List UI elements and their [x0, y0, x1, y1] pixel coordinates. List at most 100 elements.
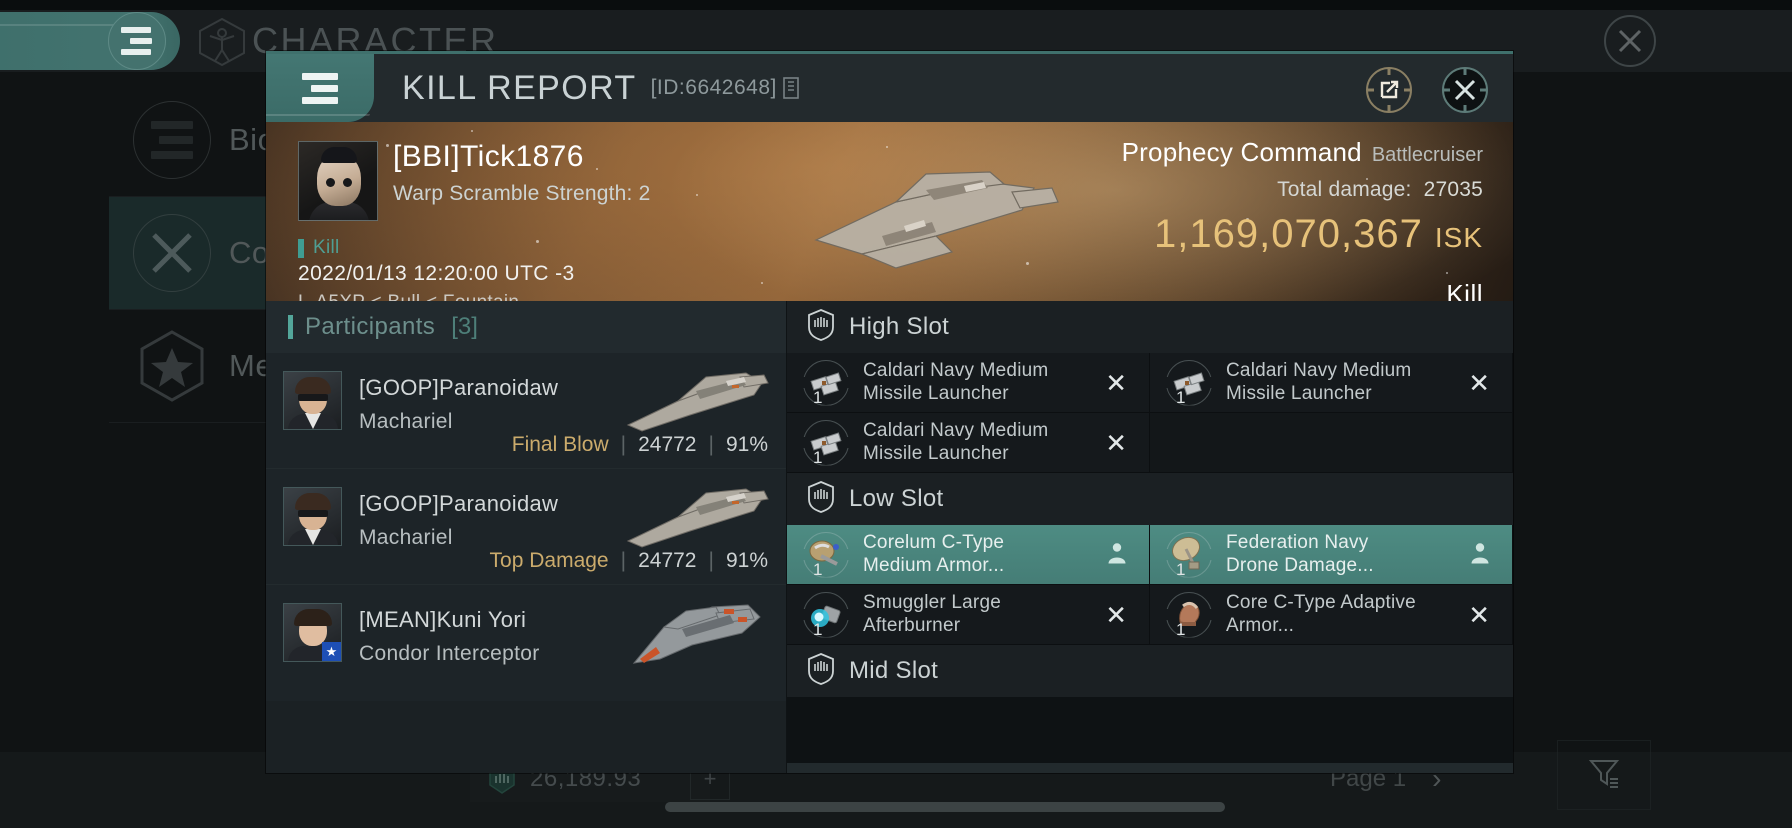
isk-unit: ISK	[1434, 222, 1483, 253]
section-header-high-slot: High Slot	[787, 301, 1513, 353]
item-name: Caldari Navy Medium Missile Launcher	[863, 360, 1049, 404]
missile-launcher-icon: 1	[803, 419, 849, 467]
kill-report-id: [ID:6642648]	[650, 76, 777, 99]
victim-ship-info: Prophecy Command Battlecruiser Total dama…	[1122, 137, 1483, 301]
crossed-swords-icon	[133, 214, 211, 292]
participant-tag: Final Blow	[511, 433, 609, 456]
section-header-low-slot: Low Slot	[787, 473, 1513, 525]
item-name: Core C-Type Adaptive Armor...	[1226, 592, 1416, 636]
participant-row[interactable]: ★ [MEAN]Kuni Yori Condor Interceptor	[266, 585, 786, 701]
star-hexagon-icon	[133, 327, 211, 405]
item-name: Corelum C-Type Medium Armor...	[863, 532, 1005, 576]
machariel-ship-icon	[620, 477, 770, 552]
fitting-slot-item[interactable]: 1 Smuggler Large Afterburner ✕	[787, 585, 1150, 645]
close-icon[interactable]: ✕	[1105, 370, 1127, 396]
close-icon[interactable]: ✕	[1105, 430, 1127, 456]
avatar	[283, 487, 342, 546]
kill-report-header-actions	[1363, 64, 1491, 116]
afterburner-icon: 1	[803, 591, 849, 639]
participants-list[interactable]: [GOOP]Paranoidaw Machariel Final Blow | …	[266, 353, 786, 773]
kill-report-header: KILL REPORT [ID:6642648]	[266, 54, 1513, 122]
machariel-ship-icon	[620, 361, 770, 436]
fitting-slot-item[interactable]: 1 Caldari Navy Medium Missile Launcher ✕	[1150, 353, 1513, 413]
slot-section-title: High Slot	[849, 313, 950, 340]
kill-report-title: KILL REPORT	[402, 68, 637, 107]
hamburger-icon	[133, 101, 211, 179]
slot-shield-icon	[807, 308, 835, 346]
fitting-slot-item[interactable]: 1 Caldari Navy Medium Missile Launcher ✕	[787, 413, 1150, 473]
victim-name: [BBI]Tick1876	[393, 140, 584, 173]
kill-report-menu-button[interactable]	[266, 54, 374, 122]
condor-ship-icon	[620, 593, 770, 668]
close-icon[interactable]: ✕	[1468, 370, 1490, 396]
filter-button[interactable]	[1557, 740, 1651, 810]
fitting-panel[interactable]: High Slot 1 Caldari Navy Medium Missile …	[787, 301, 1513, 773]
external-link-icon	[1366, 67, 1412, 113]
fitting-slot-item[interactable]: 1 Corelum C-Type Medium Armor...	[787, 525, 1150, 585]
fitting-slot-item[interactable]: 1 Core C-Type Adaptive Armor... ✕	[1150, 585, 1513, 645]
participant-row[interactable]: [GOOP]Paranoidaw Machariel	[266, 469, 786, 585]
participant-ship: Condor Interceptor	[359, 642, 540, 665]
missile-launcher-icon: 1	[803, 359, 849, 407]
item-name: Caldari Navy Medium Missile Launcher	[1226, 360, 1412, 404]
kill-verdict: Kill	[1446, 279, 1483, 301]
filter-icon	[1584, 753, 1624, 798]
isk-value: 1,169,070,367	[1154, 212, 1423, 256]
close-icon[interactable]: ✕	[1105, 602, 1127, 628]
hamburger-icon	[302, 72, 338, 104]
item-quantity: 1	[1176, 619, 1186, 639]
vitruvian-man-icon	[196, 16, 248, 68]
avatar	[283, 371, 342, 430]
drone-damage-amplifier-icon: 1	[1166, 531, 1212, 579]
fitting-panel-scrollbar[interactable]	[787, 763, 1513, 773]
participant-row[interactable]: [GOOP]Paranoidaw Machariel	[266, 353, 786, 469]
participant-damage: 24772	[638, 549, 697, 572]
avatar: ★	[283, 603, 342, 662]
separator: |	[620, 549, 627, 572]
participants-title: Participants	[305, 313, 436, 340]
participant-tag: Top Damage	[489, 549, 609, 572]
person-icon[interactable]	[1468, 540, 1492, 569]
participant-name: [GOOP]Paranoidaw	[359, 375, 559, 400]
destroyed-ship-image	[776, 144, 1076, 294]
close-icon[interactable]: ✕	[1468, 602, 1490, 628]
external-link-button[interactable]	[1363, 64, 1415, 116]
item-quantity: 1	[813, 619, 823, 639]
fitting-slot-item[interactable]: 1 Caldari Navy Medium Missile Launcher ✕	[787, 353, 1150, 413]
background-hamburger-button[interactable]	[108, 12, 166, 70]
person-icon[interactable]	[1105, 540, 1129, 569]
participant-percent: 91%	[725, 549, 768, 572]
fitting-slot-item[interactable]: 1 Federation Navy Drone Damage...	[1150, 525, 1513, 585]
participant-stats: Final Blow | 24772 | 91%	[512, 433, 768, 457]
victim-subtitle: Warp Scramble Strength: 2	[393, 182, 651, 205]
item-quantity: 1	[813, 387, 823, 407]
isk-value-row: 1,169,070,367 ISK	[1122, 212, 1483, 257]
participant-name: [MEAN]Kuni Yori	[359, 607, 527, 632]
copy-icon[interactable]	[781, 76, 801, 100]
slot-section-title: Low Slot	[849, 485, 944, 512]
horizontal-scrollbar[interactable]	[665, 802, 1225, 812]
separator: |	[708, 433, 714, 456]
participant-name: [GOOP]Paranoidaw	[359, 491, 559, 516]
participants-header: Participants [3]	[266, 301, 786, 353]
kill-report-banner: [BBI]Tick1876 Warp Scramble Strength: 2 …	[266, 122, 1513, 301]
section-accent-bar	[288, 315, 293, 339]
total-damage-label: Total damage:	[1277, 178, 1412, 201]
adaptive-armor-hardener-icon: 1	[1166, 591, 1212, 639]
participant-ship: Machariel	[359, 526, 453, 549]
status-accent-bar	[298, 238, 304, 258]
kill-report-dialog: KILL REPORT [ID:6642648] [BBI]Tick1876 W…	[266, 51, 1513, 773]
kill-location: L-A5XP < Bull < Fountain	[298, 292, 519, 301]
item-name: Smuggler Large Afterburner	[863, 592, 1001, 636]
participant-percent: 91%	[725, 433, 768, 456]
total-damage-value: 27035	[1423, 178, 1483, 201]
slot-section-title: Mid Slot	[849, 657, 939, 684]
item-quantity: 1	[1176, 387, 1186, 407]
victim-ship-class: Battlecruiser	[1371, 144, 1483, 166]
victim-ship-name: Prophecy Command	[1121, 137, 1362, 167]
screen-top-strip	[0, 0, 1792, 10]
fitting-slot-empty	[1150, 413, 1513, 473]
missile-launcher-icon: 1	[1166, 359, 1212, 407]
character-window-close-button[interactable]	[1601, 12, 1659, 70]
kill-report-close-button[interactable]	[1439, 64, 1491, 116]
